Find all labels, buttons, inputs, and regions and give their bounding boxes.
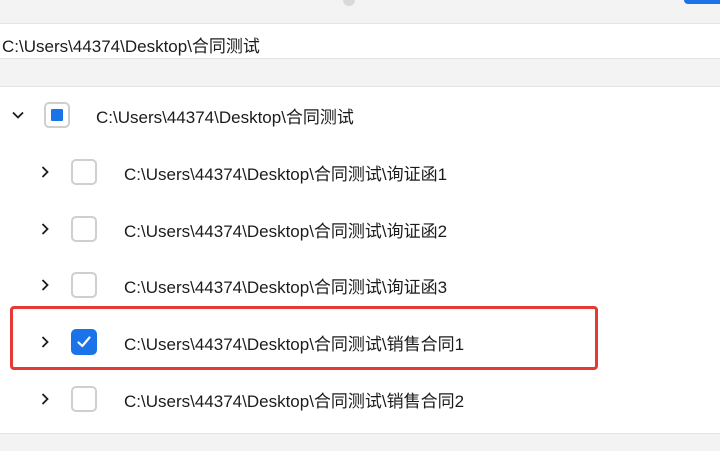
- folder-tree: C:\Users\44374\Desktop\合同测试 C:\Users\443…: [0, 86, 720, 434]
- chevron-right-icon[interactable]: [38, 278, 52, 292]
- tree-item-label: C:\Users\44374\Desktop\合同测试\销售合同2: [124, 392, 465, 411]
- primary-button[interactable]: [684, 0, 720, 4]
- tree-item-label: C:\Users\44374\Desktop\合同测试\询证函2: [124, 222, 448, 241]
- red-highlight-annotation: [10, 306, 598, 370]
- chevron-down-icon[interactable]: [11, 108, 25, 122]
- tree-item-5[interactable]: C:\Users\44374\Desktop\合同测试\销售合同2: [0, 371, 720, 427]
- toolbar-dot: [343, 0, 355, 6]
- tree-item-label: C:\Users\44374\Desktop\合同测试\询证函3: [124, 278, 448, 297]
- path-bar-value: C:\Users\44374\Desktop\合同测试: [2, 37, 260, 56]
- tree-item-checkbox[interactable]: [71, 272, 97, 298]
- top-toolbar: [0, 0, 720, 22]
- path-bar[interactable]: C:\Users\44374\Desktop\合同测试: [0, 23, 720, 59]
- tree-root-checkbox[interactable]: [44, 102, 70, 128]
- tree-item-2[interactable]: C:\Users\44374\Desktop\合同测试\询证函2: [0, 201, 720, 257]
- tree-item-checkbox[interactable]: [71, 216, 97, 242]
- chevron-right-icon[interactable]: [38, 222, 52, 236]
- tree-item-checkbox[interactable]: [71, 159, 97, 185]
- chevron-right-icon[interactable]: [38, 165, 52, 179]
- tree-item-checkbox[interactable]: [71, 386, 97, 412]
- tree-item-label: C:\Users\44374\Desktop\合同测试\询证函1: [124, 165, 448, 184]
- chevron-right-icon[interactable]: [38, 392, 52, 406]
- tree-item-1[interactable]: C:\Users\44374\Desktop\合同测试\询证函1: [0, 144, 720, 200]
- tree-root-label: C:\Users\44374\Desktop\合同测试: [96, 108, 354, 127]
- tree-item-3[interactable]: C:\Users\44374\Desktop\合同测试\询证函3: [0, 257, 720, 313]
- tree-root-row[interactable]: C:\Users\44374\Desktop\合同测试: [0, 87, 720, 143]
